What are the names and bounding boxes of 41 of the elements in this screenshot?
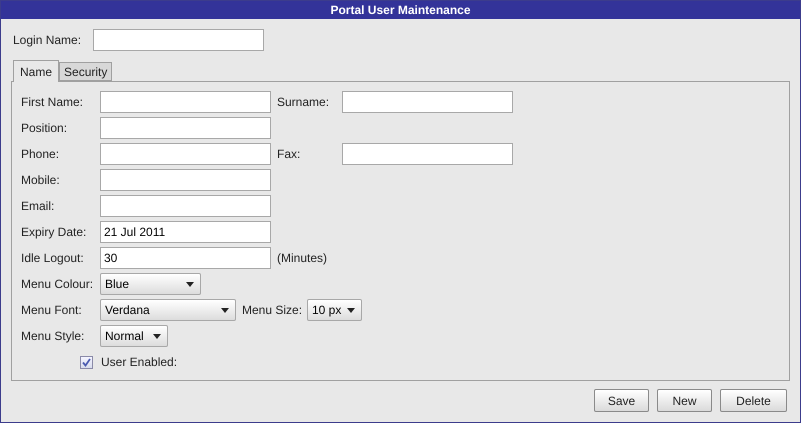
tab[interactable]: Security [59,62,112,81]
text-field[interactable]: 21 Jul 2011 [100,221,271,243]
field-label: Fax: [277,146,302,163]
text-field[interactable] [342,143,513,165]
text-field[interactable] [100,169,271,191]
tab[interactable]: Name [13,60,60,82]
field-label: Expiry Date: [21,224,88,241]
field-label: Idle Logout: [21,250,85,267]
text-field[interactable] [100,117,271,139]
text-field[interactable] [342,91,513,113]
unit-label: (Minutes) [277,250,328,267]
field-label: Position: [21,120,68,137]
field-label: Login Name: [13,32,82,49]
action-button[interactable]: Delete [720,389,787,412]
field-label: Menu Size: [242,302,304,319]
dropdown[interactable]: 10 px [307,299,362,321]
caret-icon [186,282,194,286]
dropdown[interactable]: Normal [100,325,168,347]
action-button[interactable]: New [657,389,712,412]
text-field[interactable] [100,195,271,217]
checkbox[interactable] [80,356,93,368]
checkbox-label: User Enabled: [101,354,178,371]
caret-icon [153,334,161,338]
dropdown[interactable]: Blue [100,273,201,295]
text-field[interactable]: 30 [100,247,271,269]
field-label: First Name: [21,94,84,111]
dropdown[interactable]: Verdana [100,299,236,321]
field-label: Surname: [277,94,330,111]
field-label: Menu Style: [21,328,86,345]
caret-icon [221,308,229,312]
field-label: Mobile: [21,172,61,189]
text-field[interactable] [100,143,271,165]
field-label: Menu Font: [21,302,83,319]
caret-icon [347,308,355,312]
field-label: Phone: [21,146,60,163]
text-field[interactable] [100,91,271,113]
action-button[interactable]: Save [594,389,649,412]
field-label: Menu Colour: [21,276,94,293]
login-name-field[interactable] [93,29,264,51]
field-label: Email: [21,198,56,215]
window-title: Portal User Maintenance [1,1,800,19]
